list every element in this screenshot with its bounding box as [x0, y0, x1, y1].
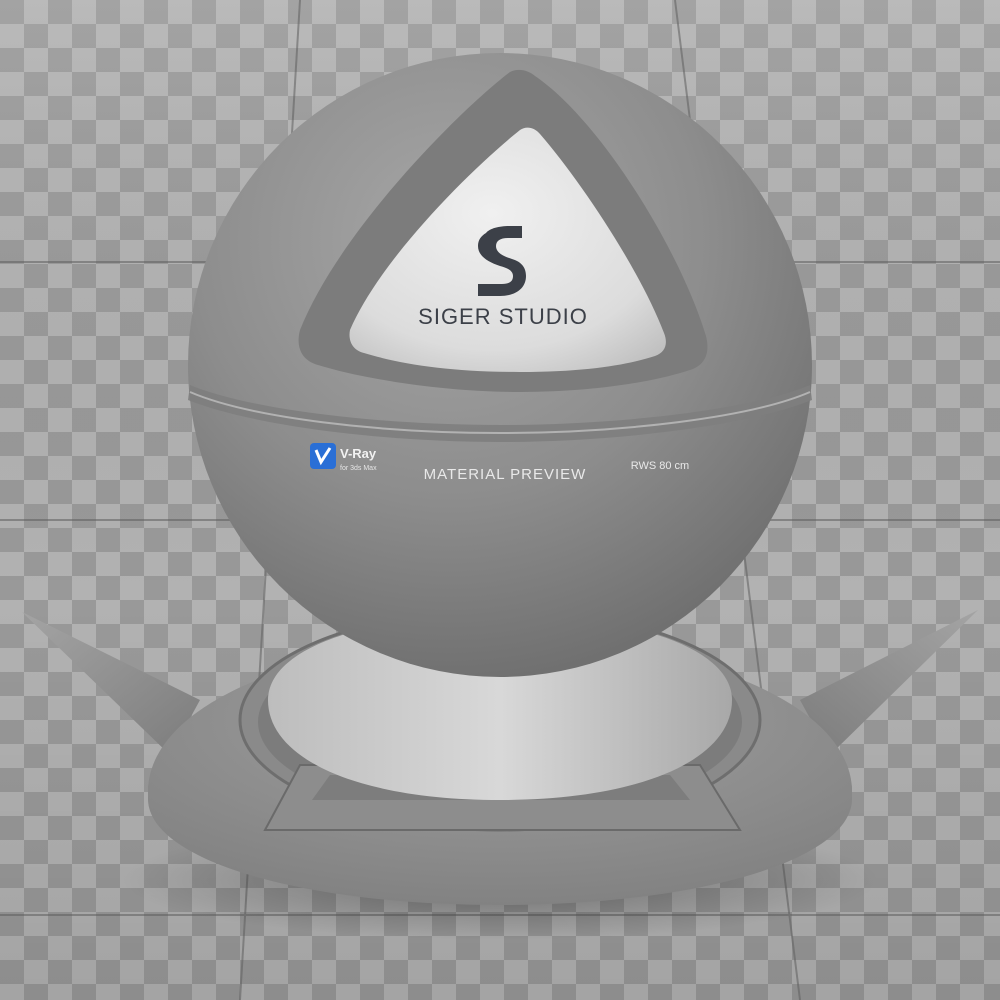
vray-brand: V-Ray	[340, 446, 377, 461]
rws-scale-label: RWS 80 cm	[631, 460, 689, 472]
vray-badge: V-Ray for 3ds Max	[310, 443, 377, 472]
material-preview-render: SIGER STUDIO V-Ray for 3ds Max MATERIAL …	[0, 0, 1000, 1000]
vray-sub: for 3ds Max	[340, 465, 377, 472]
material-preview-label: MATERIAL PREVIEW	[424, 466, 587, 483]
studio-name: SIGER STUDIO	[418, 304, 588, 329]
preview-sphere	[188, 53, 812, 677]
